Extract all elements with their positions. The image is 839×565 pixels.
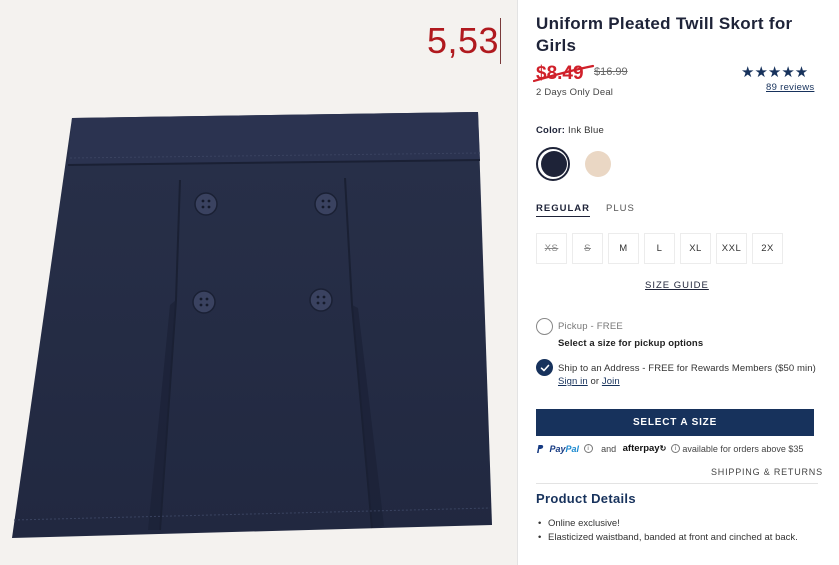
size-option-l[interactable]: L [644,233,675,264]
paypal-logo-text-b: Pal [565,443,580,454]
tab-plus[interactable]: PLUS [606,203,635,214]
ship-text: Ship to an Address - FREE for Rewards Me… [558,363,816,374]
pickup-helper-text: Select a size for pickup options [558,338,704,349]
product-image-gallery: 5,53 [0,0,517,565]
afterpay-info-icon[interactable]: i [670,444,680,454]
checkmark-icon [540,364,549,371]
reviews-link[interactable]: 89 reviews [766,82,814,93]
overlay-price-text: 5,53 [427,20,500,61]
payments-threshold-text: available for orders above $35 [682,443,804,454]
payments-and-text: and [601,443,617,454]
paypal-icon [536,444,545,454]
paypal-logo-text-a: Pay [549,443,566,454]
afterpay-logo: afterpay↻ [623,443,667,454]
shipping-returns-link[interactable]: SHIPPING & RETURNS [711,467,823,477]
afterpay-mark-icon: ↻ [659,444,667,454]
price-row: $8.49 $16.99 2 Days Only Deal ★★★★★ 89 r… [533,63,836,103]
payment-options: PayPal i and afterpay↻ i available for o… [536,443,836,457]
size-option-s[interactable]: S [572,233,603,264]
size-selector: XS S M L XL XXL 2X [536,233,836,265]
list-item: Online exclusive! [536,518,816,530]
list-item: Elasticized waistband, banded at front a… [536,532,816,544]
skort-product-image[interactable] [0,0,517,565]
size-option-2x[interactable]: 2X [752,233,783,264]
join-link[interactable]: Join [602,376,620,387]
size-option-m[interactable]: M [608,233,639,264]
select-size-button[interactable]: SELECT A SIZE [536,409,814,436]
pickup-label: Pickup - FREE [558,321,623,332]
size-guide-link[interactable]: SIZE GUIDE [645,280,709,291]
size-option-xxl[interactable]: XXL [716,233,747,264]
pickup-radio[interactable] [536,318,553,335]
product-details-heading[interactable]: Product Details [536,491,636,506]
swatch-tan[interactable] [585,151,611,177]
product-page: 5,53 Uniform Pleated Twill Skort for Gir… [0,0,839,565]
paypal-logo: PayPal [550,443,580,454]
deal-label: 2 Days Only Deal [536,87,614,98]
original-price: $16.99 [594,66,628,78]
paypal-info-icon[interactable]: i [583,444,593,454]
ship-label: Ship to an Address - FREE for Rewards Me… [558,362,820,388]
ship-or-text: or [590,376,600,387]
tab-regular[interactable]: REGULAR [536,203,590,217]
ship-radio[interactable] [536,359,553,376]
divider [536,483,818,484]
product-title: Uniform Pleated Twill Skort for Girls [536,14,793,55]
size-option-xl[interactable]: XL [680,233,711,264]
size-option-xs[interactable]: XS [536,233,567,264]
color-label: Color: Ink Blue [536,125,604,136]
text-cursor [500,18,501,64]
product-info-panel: Uniform Pleated Twill Skort for Girls $8… [517,0,839,565]
sign-in-link[interactable]: Sign in [558,376,588,387]
product-details-list: Online exclusive! Elasticized waistband,… [536,518,816,546]
afterpay-logo-text: afterpay [622,443,660,455]
color-label-value: Ink Blue [568,125,604,136]
swatch-ink-blue[interactable] [541,151,567,177]
color-label-key: Color: [536,125,566,136]
price-strike-icon [533,64,595,83]
rating-stars-icon: ★★★★★ [741,64,809,81]
